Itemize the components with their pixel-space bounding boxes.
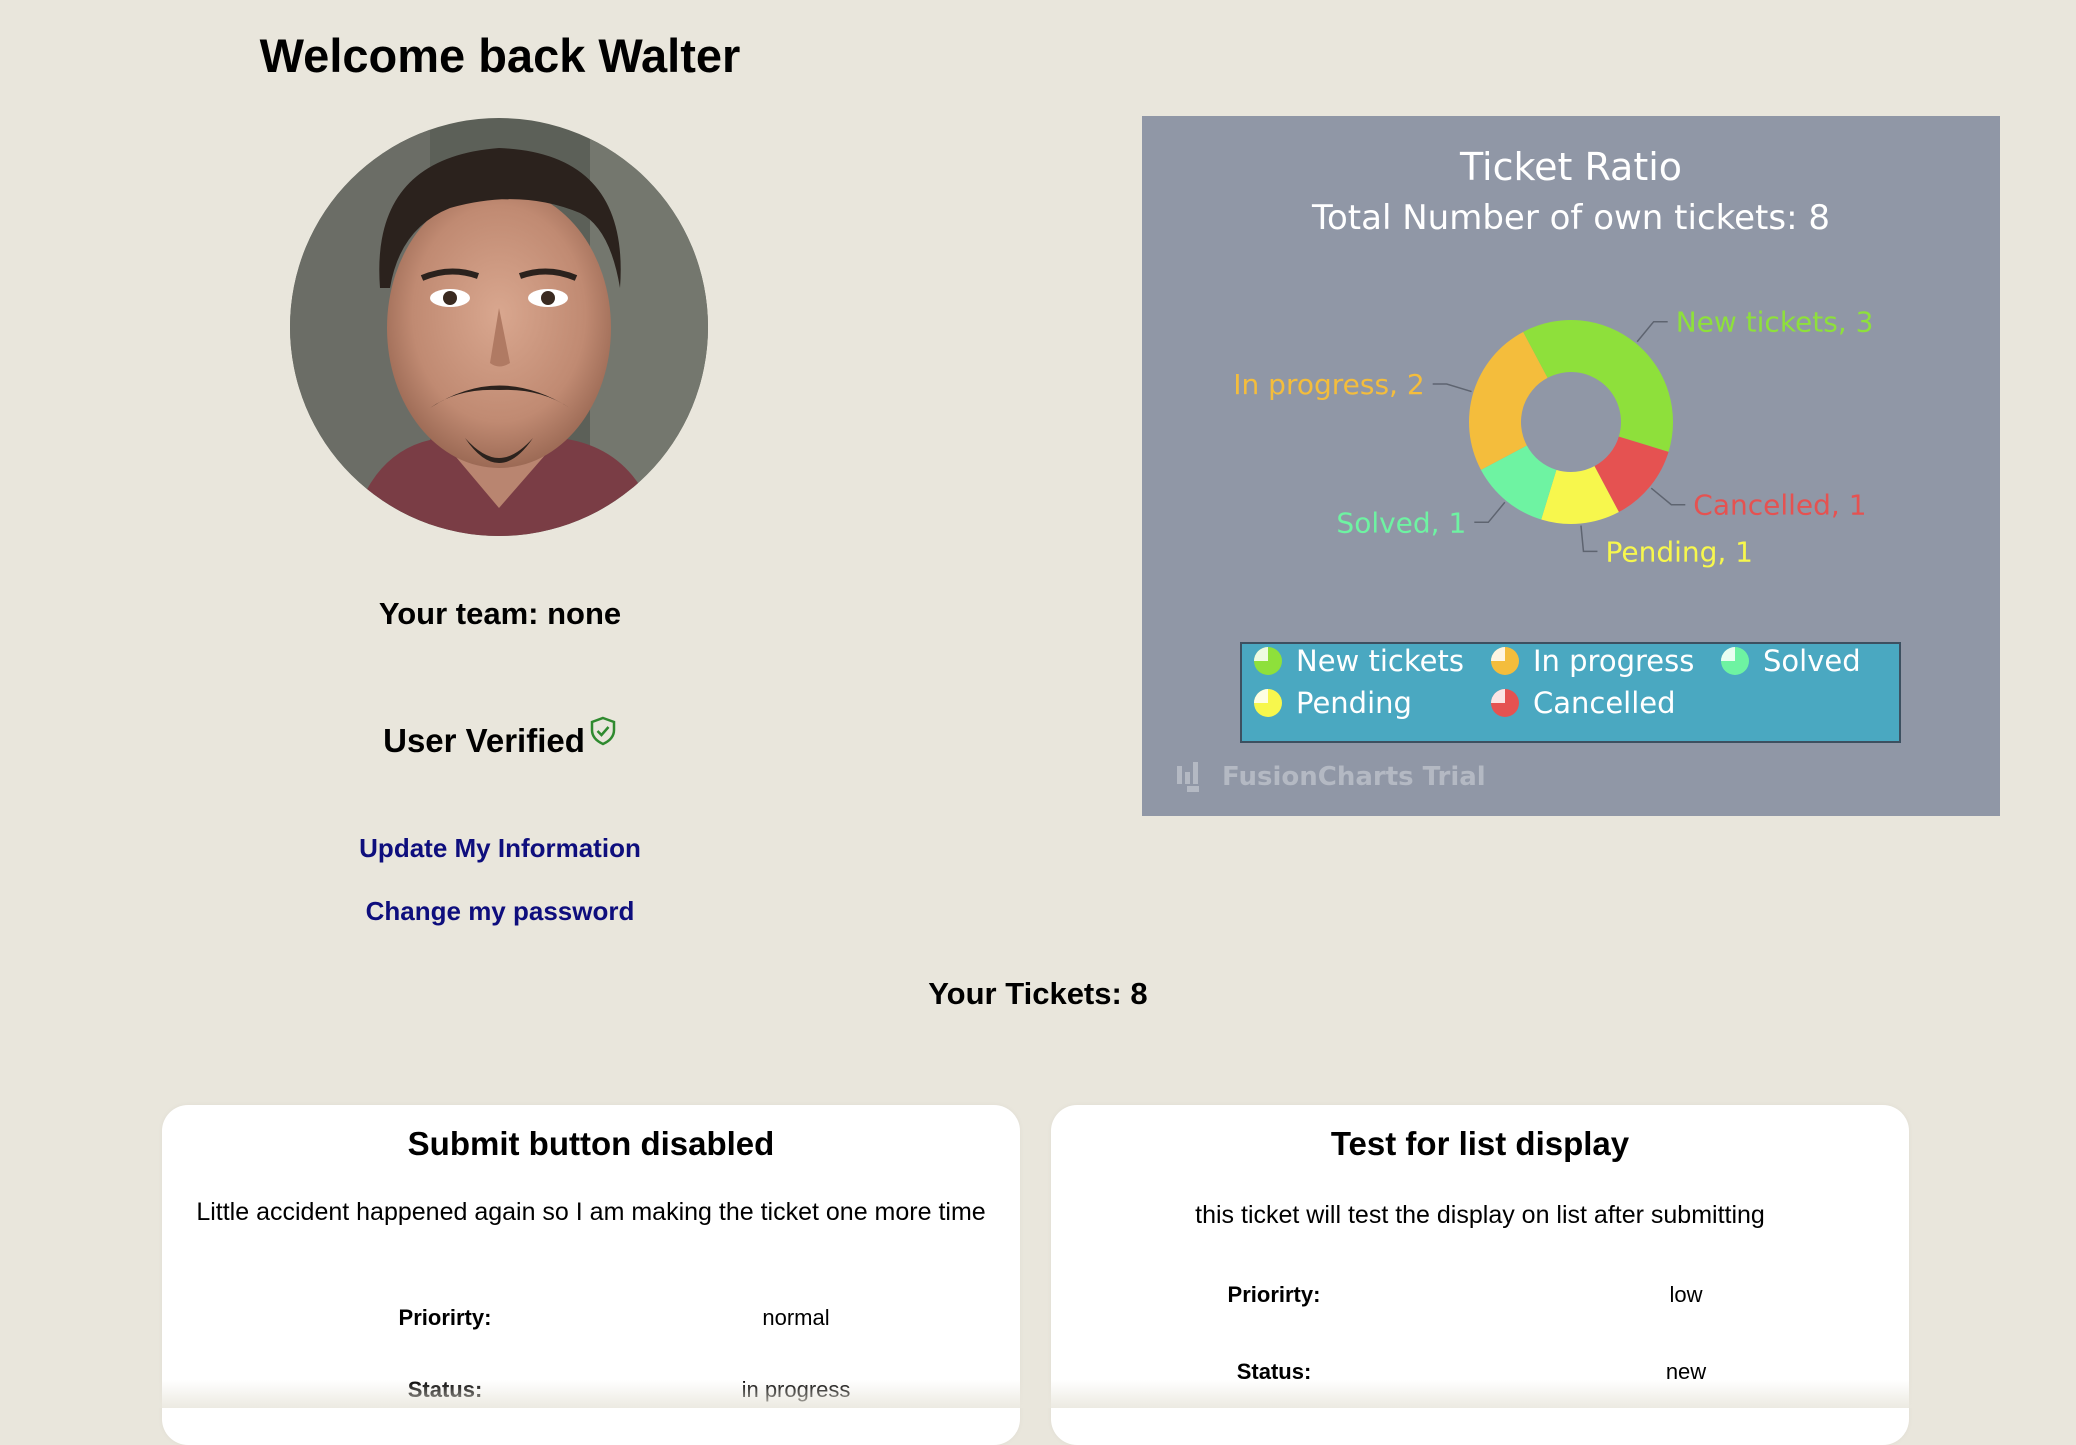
verified-label: User Verified — [383, 722, 585, 759]
chart-subtitle: Total Number of own tickets: 8 — [1311, 198, 1830, 238]
avatar — [290, 118, 708, 536]
legend-label: Cancelled — [1533, 686, 1676, 720]
fusioncharts-logo-icon — [1177, 762, 1199, 792]
legend-label: Solved — [1763, 644, 1861, 678]
chart-label-connector — [1432, 383, 1472, 393]
tickets-count: Your Tickets: 8 — [928, 976, 1148, 1011]
team-label: Your team: none — [378, 596, 622, 631]
chart-label-connector — [1580, 525, 1598, 553]
ticket-title: Test for list display — [1330, 1125, 1630, 1162]
chart-data-label: In progress, 2 — [1233, 368, 1424, 401]
legend-label: Pending — [1296, 686, 1412, 720]
status-value: new — [1665, 1359, 1707, 1384]
chart-label-connector — [1650, 487, 1686, 506]
chart-data-label: Solved, 1 — [1336, 506, 1466, 539]
legend-label: New tickets — [1296, 644, 1464, 678]
priority-value: normal — [762, 1305, 830, 1330]
ticket-title: Submit button disabled — [407, 1125, 775, 1162]
ticket-card[interactable]: Submit button disabled Little accident h… — [162, 1105, 1020, 1445]
update-information-link[interactable]: Update My Information — [160, 833, 840, 864]
ticket-description: this ticket will test the display on lis… — [1195, 1201, 1765, 1229]
status-label: Status: — [407, 1377, 483, 1402]
chart-slice-new-tickets[interactable] — [1523, 320, 1673, 452]
chart-data-label: Pending, 1 — [1605, 535, 1753, 568]
change-password-link[interactable]: Change my password — [160, 896, 840, 927]
priority-value: low — [1669, 1282, 1703, 1307]
status-label: Status: — [1236, 1359, 1312, 1384]
welcome-heading: Welcome back Walter — [259, 29, 741, 82]
chart-title: Ticket Ratio — [1459, 145, 1682, 189]
priority-label: Priorirty: — [398, 1305, 492, 1330]
chart-data-label: Cancelled, 1 — [1693, 489, 1866, 522]
ticket-description: Little accident happened again so I am m… — [196, 1198, 986, 1226]
verified-status: User Verified — [160, 716, 840, 760]
chart-label-connector — [1474, 501, 1506, 524]
chart-label-connector — [1636, 320, 1668, 343]
priority-label: Priorirty: — [1227, 1282, 1321, 1307]
ticket-ratio-chart: Ticket Ratio Total Number of own tickets… — [1142, 116, 2000, 816]
ticket-card[interactable]: Test for list display this ticket will t… — [1051, 1105, 1909, 1445]
status-value: in progress — [741, 1377, 851, 1402]
shield-check-icon — [589, 716, 617, 754]
legend-item-solved[interactable]: Solved — [1721, 644, 1861, 678]
chart-watermark: FusionCharts Trial — [1222, 762, 1486, 792]
chart-data-label: New tickets, 3 — [1676, 306, 1874, 339]
legend-label: In progress — [1533, 644, 1694, 678]
